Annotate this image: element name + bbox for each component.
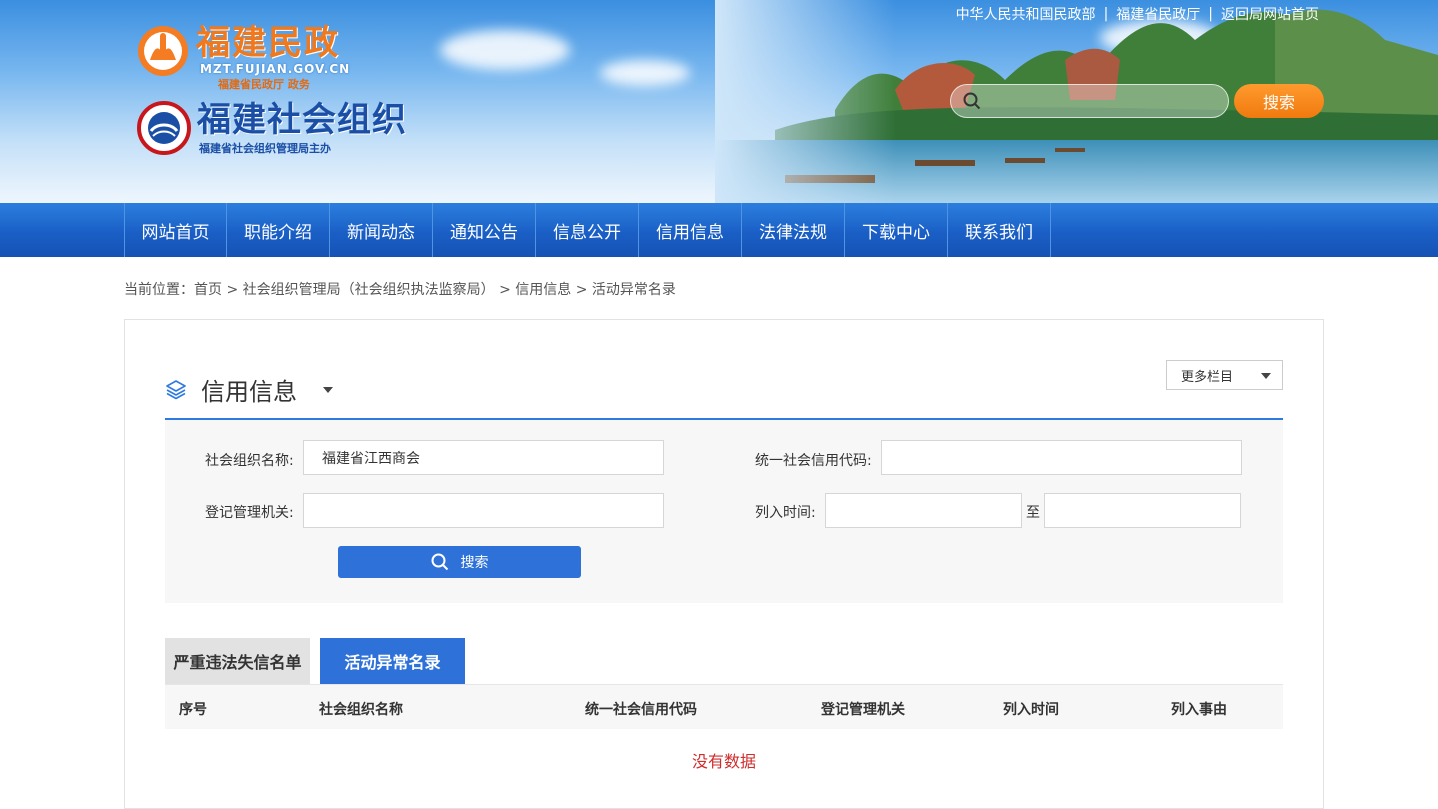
credit-code-input[interactable] xyxy=(881,440,1242,475)
search-icon xyxy=(963,92,981,110)
separator: | xyxy=(1103,6,1109,22)
tab-abnormal-activity[interactable]: 活动异常名录 xyxy=(320,638,465,684)
search-submit-button[interactable]: 搜索 xyxy=(338,546,581,578)
mz-logo-sub: 福建省民政厅 政务 xyxy=(218,78,310,91)
breadcrumb: 当前位置：首页 > 社会组织管理局（社会组织执法监察局） > 信用信息 > 活动… xyxy=(124,279,676,299)
column-header-reg-org: 登记管理机关 xyxy=(821,702,905,718)
header-search-box xyxy=(950,84,1229,118)
separator: | xyxy=(1208,6,1213,22)
breadcrumb-prefix: 当前位置： xyxy=(124,282,194,298)
nav-item-info-disclosure[interactable]: 信息公开 xyxy=(536,203,639,257)
table-header: 序号 社会组织名称 统一社会信用代码 登记管理机关 列入时间 列入事由 xyxy=(165,684,1283,729)
search-icon xyxy=(431,553,448,571)
nav-item-contact[interactable]: 联系我们 xyxy=(948,203,1051,257)
time-to-label: 至 xyxy=(1026,505,1040,521)
breadcrumb-bureau[interactable]: 社会组织管理局（社会组织执法监察局） xyxy=(243,282,495,298)
time-from-input[interactable] xyxy=(825,493,1022,528)
cloud-decoration xyxy=(440,30,570,70)
nav-item-functions[interactable]: 职能介绍 xyxy=(227,203,330,257)
nav-item-laws[interactable]: 法律法规 xyxy=(742,203,845,257)
mz-logo-title: 福建民政 xyxy=(196,23,340,63)
column-header-index: 序号 xyxy=(179,702,207,718)
section-header: 信用信息 更多栏目 xyxy=(165,360,1283,420)
nav-item-news[interactable]: 新闻动态 xyxy=(330,203,433,257)
content-panel: 信用信息 更多栏目 社会组织名称: 福建省江西商会 统一社会信用代码: 登记管理… xyxy=(124,319,1324,809)
search-form: 社会组织名称: 福建省江西商会 统一社会信用代码: 登记管理机关: 列入时间: … xyxy=(165,420,1283,603)
cloud-decoration xyxy=(600,60,690,86)
fujian-mz-logo[interactable]: 福建民政 MZT.FUJIAN.GOV.CN 福建省民政厅 政务 xyxy=(136,24,350,92)
link-home-return[interactable]: 返回局网站首页 xyxy=(1221,4,1319,24)
chevron-down-icon[interactable] xyxy=(323,387,333,393)
breadcrumb-credit-info[interactable]: 信用信息 xyxy=(515,282,571,298)
tab-serious-violation[interactable]: 严重违法失信名单 xyxy=(165,638,310,684)
empty-state-message: 没有数据 xyxy=(691,752,756,771)
link-fujian-mzt[interactable]: 福建省民政厅 xyxy=(1116,4,1200,24)
more-columns-label: 更多栏目 xyxy=(1181,369,1234,385)
org-name-input[interactable]: 福建省江西商会 xyxy=(303,440,664,475)
credit-code-label: 统一社会信用代码: xyxy=(755,453,872,469)
layers-icon xyxy=(166,380,186,400)
site-header: 中华人民共和国民政部 | 福建省民政厅 | 返回局网站首页 福建民政 MZT.F… xyxy=(0,0,1438,203)
main-nav: 网站首页 职能介绍 新闻动态 通知公告 信息公开 信用信息 法律法规 下载中心 … xyxy=(0,203,1438,257)
org-name-label: 社会组织名称: xyxy=(205,453,294,469)
more-columns-dropdown[interactable]: 更多栏目 xyxy=(1166,360,1283,390)
list-tabs: 严重违法失信名单 活动异常名录 xyxy=(165,638,465,684)
column-header-org-name: 社会组织名称 xyxy=(319,702,403,718)
breadcrumb-home[interactable]: 首页 xyxy=(194,282,222,298)
breadcrumb-sep: > xyxy=(575,282,588,298)
header-search-button[interactable]: 搜索 xyxy=(1234,84,1324,118)
header-search-input[interactable] xyxy=(989,86,1228,116)
column-header-list-reason: 列入事由 xyxy=(1171,702,1227,718)
fujian-social-org-logo[interactable]: 福建社会组织 福建省社会组织管理局主办 xyxy=(137,100,407,156)
breadcrumb-sep: > xyxy=(499,282,511,298)
search-submit-label: 搜索 xyxy=(460,554,489,570)
nav-item-notices[interactable]: 通知公告 xyxy=(433,203,536,257)
chevron-down-icon xyxy=(1261,373,1271,379)
reg-org-input[interactable] xyxy=(303,493,664,528)
top-links: 中华人民共和国民政部 | 福建省民政厅 | 返回局网站首页 xyxy=(956,4,1319,24)
section-title: 信用信息 xyxy=(201,377,297,406)
mz-logo-url: MZT.FUJIAN.GOV.CN xyxy=(200,62,351,76)
org-name-value: 福建省江西商会 xyxy=(322,450,420,467)
nav-item-credit-info[interactable]: 信用信息 xyxy=(639,203,742,257)
link-mca[interactable]: 中华人民共和国民政部 xyxy=(956,4,1096,24)
column-header-list-time: 列入时间 xyxy=(1003,702,1059,718)
breadcrumb-current[interactable]: 活动异常名录 xyxy=(592,282,676,298)
time-to-input[interactable] xyxy=(1044,493,1241,528)
breadcrumb-sep: > xyxy=(226,282,239,298)
social-org-logo-sub: 福建省社会组织管理局主办 xyxy=(199,142,331,155)
column-header-credit-code: 统一社会信用代码 xyxy=(585,702,697,718)
social-org-emblem-icon xyxy=(137,101,191,155)
list-time-label: 列入时间: xyxy=(755,505,816,521)
nav-item-home[interactable]: 网站首页 xyxy=(125,203,227,257)
reg-org-label: 登记管理机关: xyxy=(205,505,294,521)
nav-item-downloads[interactable]: 下载中心 xyxy=(845,203,948,257)
mz-emblem-icon xyxy=(138,26,188,76)
social-org-logo-title: 福建社会组织 xyxy=(197,100,407,140)
